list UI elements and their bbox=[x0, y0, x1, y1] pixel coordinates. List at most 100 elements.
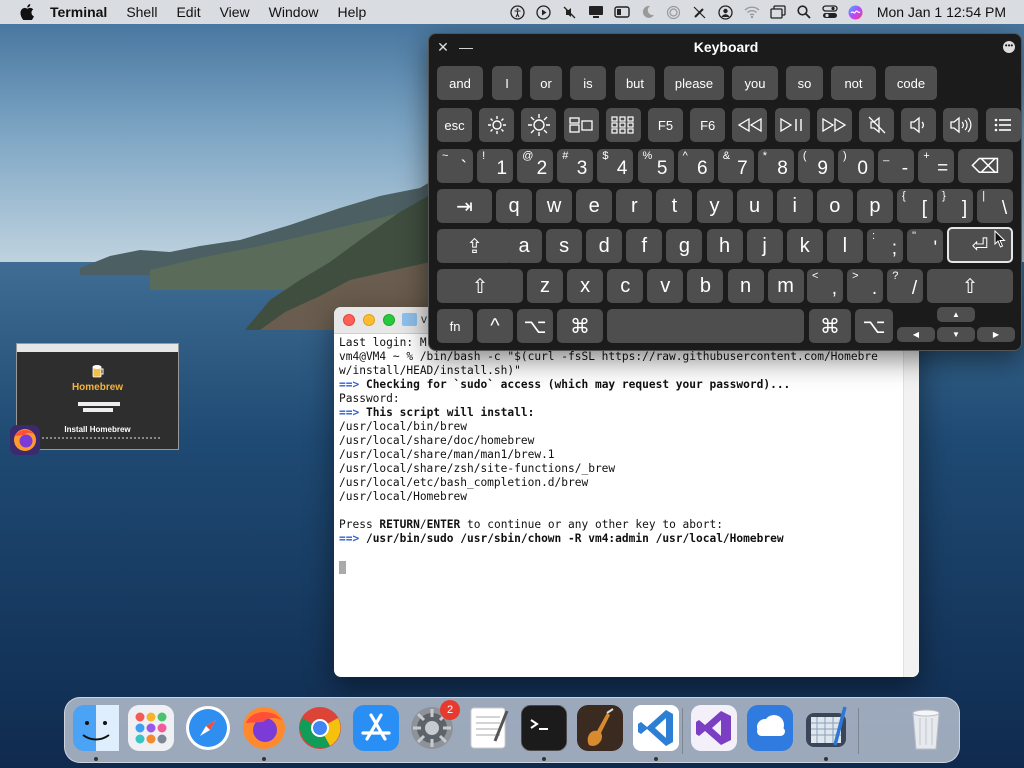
key-.[interactable]: >. bbox=[847, 269, 884, 303]
key-s[interactable]: s bbox=[546, 229, 583, 263]
key-w[interactable]: w bbox=[536, 189, 573, 223]
key-h[interactable]: h bbox=[706, 229, 743, 263]
dock-textedit-icon[interactable] bbox=[465, 705, 511, 751]
volume-up-key[interactable] bbox=[943, 108, 979, 142]
mission-control-key[interactable] bbox=[563, 108, 599, 142]
rewind-key[interactable] bbox=[732, 108, 768, 142]
suggestion-please[interactable]: please bbox=[664, 66, 724, 100]
play-pause-key[interactable] bbox=[774, 108, 810, 142]
suggestion-you[interactable]: you bbox=[732, 66, 778, 100]
key-3[interactable]: #3 bbox=[557, 149, 594, 183]
key-left-command[interactable]: ⌘ bbox=[557, 309, 603, 343]
play-circle-icon[interactable] bbox=[531, 0, 557, 24]
key-i[interactable]: i bbox=[776, 189, 813, 223]
key-8[interactable]: * 8 bbox=[757, 149, 794, 183]
fast-forward-key[interactable] bbox=[816, 108, 852, 142]
dock-terminal-icon[interactable] bbox=[520, 704, 568, 752]
key-a[interactable]: a bbox=[506, 229, 542, 263]
suggestion-but[interactable]: but bbox=[615, 66, 655, 100]
dock-vscode-icon[interactable] bbox=[633, 705, 679, 751]
key-l[interactable]: l bbox=[826, 229, 863, 263]
menu-help[interactable]: Help bbox=[337, 4, 366, 20]
key-k[interactable]: k bbox=[786, 229, 823, 263]
keyboard-options-icon[interactable]: ••• bbox=[1003, 41, 1015, 53]
key-;[interactable]: :; bbox=[867, 229, 903, 263]
suggestion-is[interactable]: is bbox=[570, 66, 606, 100]
key-5[interactable]: % 5 bbox=[637, 149, 674, 183]
key-u[interactable]: u bbox=[736, 189, 773, 223]
key-right-command[interactable]: ⌘ bbox=[809, 309, 851, 343]
key-f[interactable]: f bbox=[626, 229, 663, 263]
key-tab[interactable]: ⇥ bbox=[437, 189, 492, 223]
key-f6[interactable]: F6 bbox=[690, 108, 726, 142]
key-esc[interactable]: esc bbox=[437, 108, 472, 142]
suggestion-not[interactable]: not bbox=[831, 66, 876, 100]
key-f5[interactable]: F5 bbox=[648, 108, 683, 142]
dock-trash-icon[interactable] bbox=[903, 705, 949, 751]
key-q[interactable]: q bbox=[496, 189, 532, 223]
key-left[interactable]: ◀ bbox=[897, 327, 935, 342]
menu-edit[interactable]: Edit bbox=[176, 4, 200, 20]
terminal-scrollbar[interactable] bbox=[903, 334, 919, 677]
suggestion-so[interactable]: so bbox=[786, 66, 823, 100]
dock-app-store-icon[interactable] bbox=[353, 705, 399, 751]
menu-clock[interactable]: Mon Jan 1 12:54 PM bbox=[877, 4, 1006, 20]
terminal-window[interactable]: v Last login: Mvm4@VM4 ~ % /bin/bash -c … bbox=[334, 307, 919, 677]
key-control[interactable]: ^ bbox=[477, 309, 513, 343]
key-x[interactable]: x bbox=[567, 269, 604, 303]
key-b[interactable]: b bbox=[687, 269, 724, 303]
key-r[interactable]: r bbox=[616, 189, 653, 223]
key-j[interactable]: j bbox=[746, 229, 783, 263]
dock-garageband-icon[interactable] bbox=[577, 705, 623, 751]
key-n[interactable]: n bbox=[727, 269, 764, 303]
keyboard-viewer[interactable]: ✕ — Keyboard ••• and Ior is but please you so n… bbox=[428, 33, 1022, 351]
key-'[interactable]: " ' bbox=[907, 229, 944, 263]
key-t[interactable]: t bbox=[656, 189, 693, 223]
app-menu-terminal[interactable]: Terminal bbox=[50, 4, 107, 20]
key-e[interactable]: e bbox=[576, 189, 613, 223]
volume-down-key[interactable] bbox=[901, 108, 937, 142]
suggestion-i[interactable]: I bbox=[492, 66, 522, 100]
key-2[interactable]: @2 bbox=[517, 149, 554, 183]
key-fn[interactable]: fn bbox=[437, 309, 473, 343]
suggestion-or[interactable]: or bbox=[530, 66, 562, 100]
key-caps-lock[interactable]: ⇪ bbox=[437, 229, 512, 263]
key-o[interactable]: o bbox=[816, 189, 853, 223]
brightness-up-key[interactable] bbox=[521, 108, 557, 142]
key-z[interactable]: z bbox=[527, 269, 563, 303]
moon-icon[interactable] bbox=[635, 0, 661, 24]
dock-chrome-icon[interactable] bbox=[297, 705, 343, 751]
screens-icon[interactable] bbox=[609, 0, 635, 24]
control-center-icon[interactable] bbox=[817, 0, 843, 24]
key-\[interactable]: | \ bbox=[977, 189, 1014, 223]
key-down[interactable]: ▼ bbox=[937, 327, 975, 342]
key-[[interactable]: {[ bbox=[897, 189, 933, 223]
dock-firefox-icon[interactable] bbox=[241, 705, 287, 751]
apple-logo[interactable] bbox=[20, 4, 36, 20]
siri-icon[interactable] bbox=[843, 0, 869, 24]
window-icon[interactable] bbox=[765, 0, 791, 24]
key-delete[interactable]: ⌫ bbox=[958, 149, 1013, 183]
key-p[interactable]: p bbox=[856, 189, 893, 223]
dock-safari-icon[interactable] bbox=[185, 705, 231, 751]
search-icon[interactable] bbox=[791, 0, 817, 24]
key-`[interactable]: ~ ` bbox=[437, 149, 473, 183]
key-d[interactable]: d bbox=[586, 229, 623, 263]
mute-key[interactable] bbox=[859, 108, 894, 142]
key-1[interactable]: ! 1 bbox=[477, 149, 514, 183]
list-key[interactable] bbox=[985, 108, 1021, 142]
minimize-button[interactable] bbox=[363, 314, 375, 326]
user-icon[interactable] bbox=[713, 0, 739, 24]
menu-view[interactable]: View bbox=[220, 4, 250, 20]
key-y[interactable]: y bbox=[696, 189, 733, 223]
key-,[interactable]: <, bbox=[807, 269, 843, 303]
key-9[interactable]: (9 bbox=[797, 149, 834, 183]
key-7[interactable]: & 7 bbox=[717, 149, 754, 183]
key-space[interactable] bbox=[607, 309, 804, 343]
zoom-button[interactable] bbox=[383, 314, 395, 326]
brightness-down-key[interactable] bbox=[479, 108, 515, 142]
menu-shell[interactable]: Shell bbox=[126, 4, 157, 20]
key-0[interactable]: ) 0 bbox=[838, 149, 874, 183]
launchpad-key[interactable] bbox=[605, 108, 641, 142]
key-left-shift[interactable]: ⇧ bbox=[437, 269, 523, 303]
